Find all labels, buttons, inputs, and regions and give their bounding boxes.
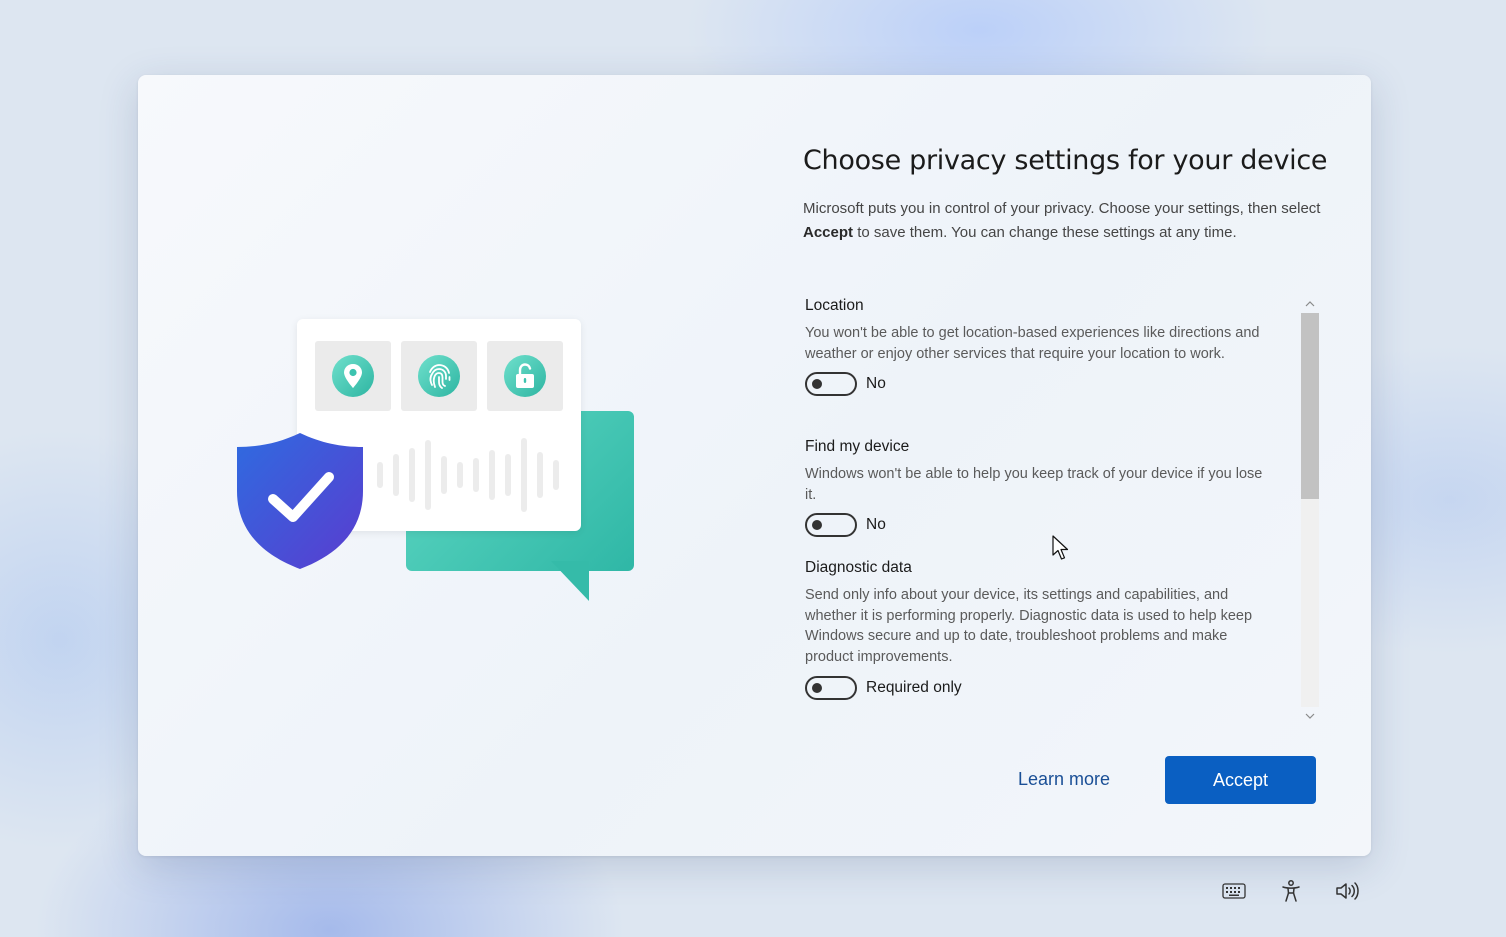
setting-description: You won't be able to get location-based … — [805, 325, 1260, 362]
setting-location: Location You won't be able to get locati… — [805, 297, 1275, 397]
location-pin-icon — [332, 355, 374, 397]
accessibility-icon[interactable] — [1278, 878, 1304, 904]
diagnostic-data-toggle[interactable] — [805, 675, 857, 700]
settings-scrollbar[interactable] — [1301, 295, 1319, 725]
location-toggle[interactable] — [805, 372, 857, 397]
find-my-device-toggle[interactable] — [805, 513, 857, 538]
toggle-row: No — [805, 513, 1275, 538]
accept-button[interactable]: Accept — [1165, 756, 1316, 804]
keyboard-icon[interactable] — [1221, 878, 1247, 904]
accept-emphasis: Accept — [803, 223, 854, 241]
unlocked-padlock-icon — [504, 355, 546, 397]
location-tile — [315, 341, 391, 411]
privacy-illustration — [233, 315, 643, 605]
fingerprint-icon — [418, 355, 460, 397]
toggle-row: No — [805, 372, 1275, 397]
chevron-up-icon — [1305, 301, 1315, 307]
learn-more-button[interactable]: Learn more — [1018, 769, 1110, 790]
audio-waveform — [377, 438, 559, 512]
setting-diagnostic-data: Diagnostic data Send only info about you… — [805, 559, 1275, 700]
scroll-thumb[interactable] — [1301, 313, 1319, 499]
page-title: Choose privacy settings for your device — [803, 145, 1328, 176]
setting-description: Send only info about your device, its se… — [805, 587, 1253, 666]
scroll-up-button[interactable] — [1301, 295, 1319, 313]
setting-name: Location — [805, 297, 864, 314]
oobe-dialog: Choose privacy settings for your device … — [138, 75, 1371, 856]
shield-check-icon — [237, 433, 363, 569]
setting-name: Find my device — [805, 438, 910, 455]
chevron-down-icon — [1305, 713, 1315, 719]
toggle-label: No — [866, 516, 886, 534]
settings-list[interactable]: Location You won't be able to get locati… — [805, 297, 1275, 727]
setting-name: Diagnostic data — [805, 559, 912, 576]
intro-text: Microsoft puts you in control of your pr… — [803, 200, 1321, 241]
setting-description: Windows won't be able to help you keep t… — [805, 466, 1263, 503]
mouse-cursor-icon — [1052, 535, 1069, 560]
lock-tile — [487, 341, 563, 411]
fingerprint-tile — [401, 341, 477, 411]
toggle-row: Required only — [805, 675, 1275, 700]
setting-find-my-device: Find my device Windows won't be able to … — [805, 438, 1275, 538]
scroll-down-button[interactable] — [1301, 707, 1319, 725]
toggle-label: No — [866, 375, 886, 393]
toggle-label: Required only — [866, 678, 962, 696]
chat-bubble-tail — [551, 561, 589, 601]
volume-icon[interactable] — [1334, 878, 1360, 904]
